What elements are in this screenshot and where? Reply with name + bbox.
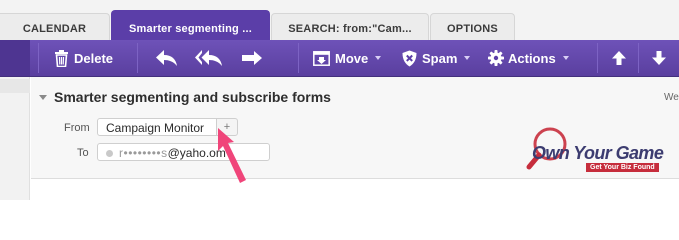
tab-strip: CALENDAR Smarter segmenting ... SEARCH: … bbox=[0, 0, 679, 41]
tab-calendar[interactable]: CALENDAR bbox=[0, 13, 110, 40]
recipient-masked: r••••••••s bbox=[119, 146, 168, 160]
reply-icon bbox=[155, 49, 179, 67]
annotation-arrow-icon bbox=[218, 128, 246, 183]
presence-dot-icon bbox=[106, 150, 113, 157]
move-label: Move bbox=[335, 50, 369, 66]
toolbar-separator bbox=[137, 43, 138, 73]
forward-icon bbox=[240, 49, 264, 67]
toolbar-separator bbox=[298, 43, 299, 73]
sender-name: Campaign Monitor bbox=[106, 121, 205, 135]
watermark-tagline: Get Your Biz Found bbox=[586, 163, 659, 172]
chevron-down-icon bbox=[562, 56, 569, 60]
toolbar-left-edge bbox=[0, 40, 30, 76]
spam-menu-button[interactable]: Spam bbox=[402, 40, 471, 76]
reply-all-button[interactable] bbox=[194, 40, 224, 76]
arrow-up-icon bbox=[611, 50, 627, 66]
spam-label: Spam bbox=[422, 50, 458, 66]
move-to-folder-icon bbox=[313, 50, 330, 66]
arrow-down-icon bbox=[651, 50, 667, 66]
watermark-title: Own Your Game bbox=[532, 143, 664, 163]
watermark-logo: Own Your Game Get Your Biz Found bbox=[526, 126, 664, 184]
from-label: From bbox=[64, 122, 90, 134]
tab-search[interactable]: SEARCH: from:"Cam... bbox=[271, 13, 429, 40]
actions-menu-button[interactable]: Actions bbox=[488, 40, 569, 76]
forward-button[interactable] bbox=[240, 40, 264, 76]
sender-chip[interactable]: Campaign Monitor bbox=[97, 118, 217, 136]
tab-options[interactable]: OPTIONS bbox=[430, 13, 515, 40]
actions-label: Actions bbox=[508, 50, 556, 66]
move-menu-button[interactable]: Move bbox=[313, 40, 382, 76]
toolbar-separator bbox=[597, 43, 598, 73]
message-subject: Smarter segmenting and subscribe forms bbox=[54, 89, 331, 105]
gear-icon bbox=[488, 50, 504, 66]
toolbar-separator bbox=[638, 43, 639, 73]
collapse-triangle-icon[interactable] bbox=[39, 95, 47, 100]
next-message-button[interactable] bbox=[651, 40, 667, 76]
trash-icon bbox=[54, 49, 69, 67]
recipient-domain: @yaho bbox=[167, 146, 206, 160]
reply-all-icon bbox=[194, 49, 224, 67]
reply-button[interactable] bbox=[155, 40, 179, 76]
previous-message-button[interactable] bbox=[611, 40, 627, 76]
delete-button[interactable]: Delete bbox=[54, 40, 113, 76]
spam-shield-icon bbox=[402, 50, 417, 67]
chevron-down-icon bbox=[464, 56, 471, 60]
delete-label: Delete bbox=[74, 50, 114, 66]
message-list-gutter bbox=[0, 77, 30, 200]
toolbar-separator bbox=[38, 43, 39, 73]
message-toolbar: Delete Move Spam Actions bbox=[0, 40, 679, 77]
chevron-down-icon bbox=[375, 56, 382, 60]
to-label: To bbox=[77, 147, 89, 159]
tab-message-active[interactable]: Smarter segmenting ... bbox=[111, 10, 270, 41]
message-date: We bbox=[664, 92, 679, 103]
